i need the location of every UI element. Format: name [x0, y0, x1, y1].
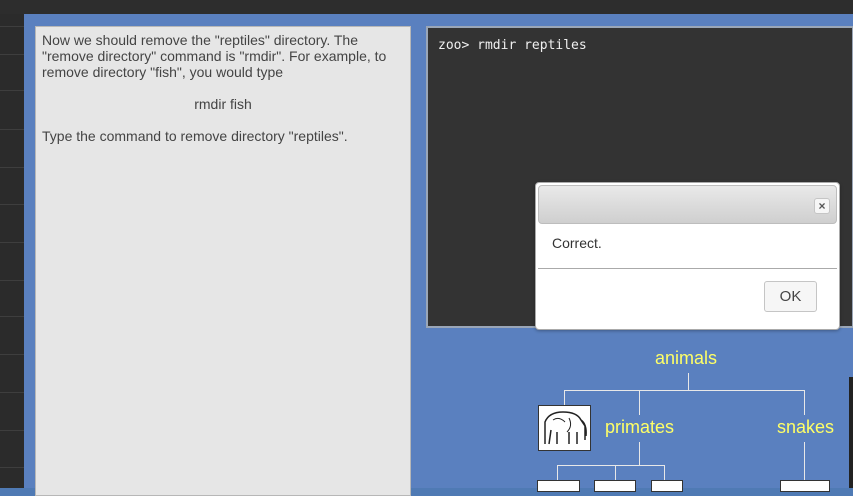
close-icon[interactable]: × [814, 198, 830, 214]
lesson-panel: Now we should remove the "reptiles" dire… [35, 26, 411, 496]
tree-node-animals: animals [655, 348, 718, 368]
monkey-icon [537, 480, 580, 492]
tree-node-primates: primates [605, 417, 675, 437]
dialog-divider [538, 268, 837, 269]
tree-node-snakes: snakes [777, 417, 835, 437]
lesson-paragraph-1: Now we should remove the "reptiles" dire… [42, 32, 387, 80]
lesson-paragraph-2: Type the command to remove directory "re… [42, 128, 348, 144]
dialog-titlebar: × [538, 185, 837, 224]
lesson-example-command: rmdir fish [194, 96, 252, 112]
primate-icon [651, 480, 683, 492]
left-gutter [0, 14, 24, 488]
terminal-line: zoo> rmdir reptiles [438, 38, 587, 53]
dialog-message: Correct. [552, 235, 602, 251]
alert-dialog: × Correct. OK [535, 182, 840, 330]
ok-button[interactable]: OK [764, 281, 817, 312]
ape-icon [594, 480, 636, 492]
top-bar [0, 0, 853, 14]
elephant-icon [538, 405, 591, 451]
directory-tree: animals primates snakes [426, 335, 853, 492]
right-edge-bar [849, 377, 853, 488]
snake-icon [780, 480, 830, 492]
